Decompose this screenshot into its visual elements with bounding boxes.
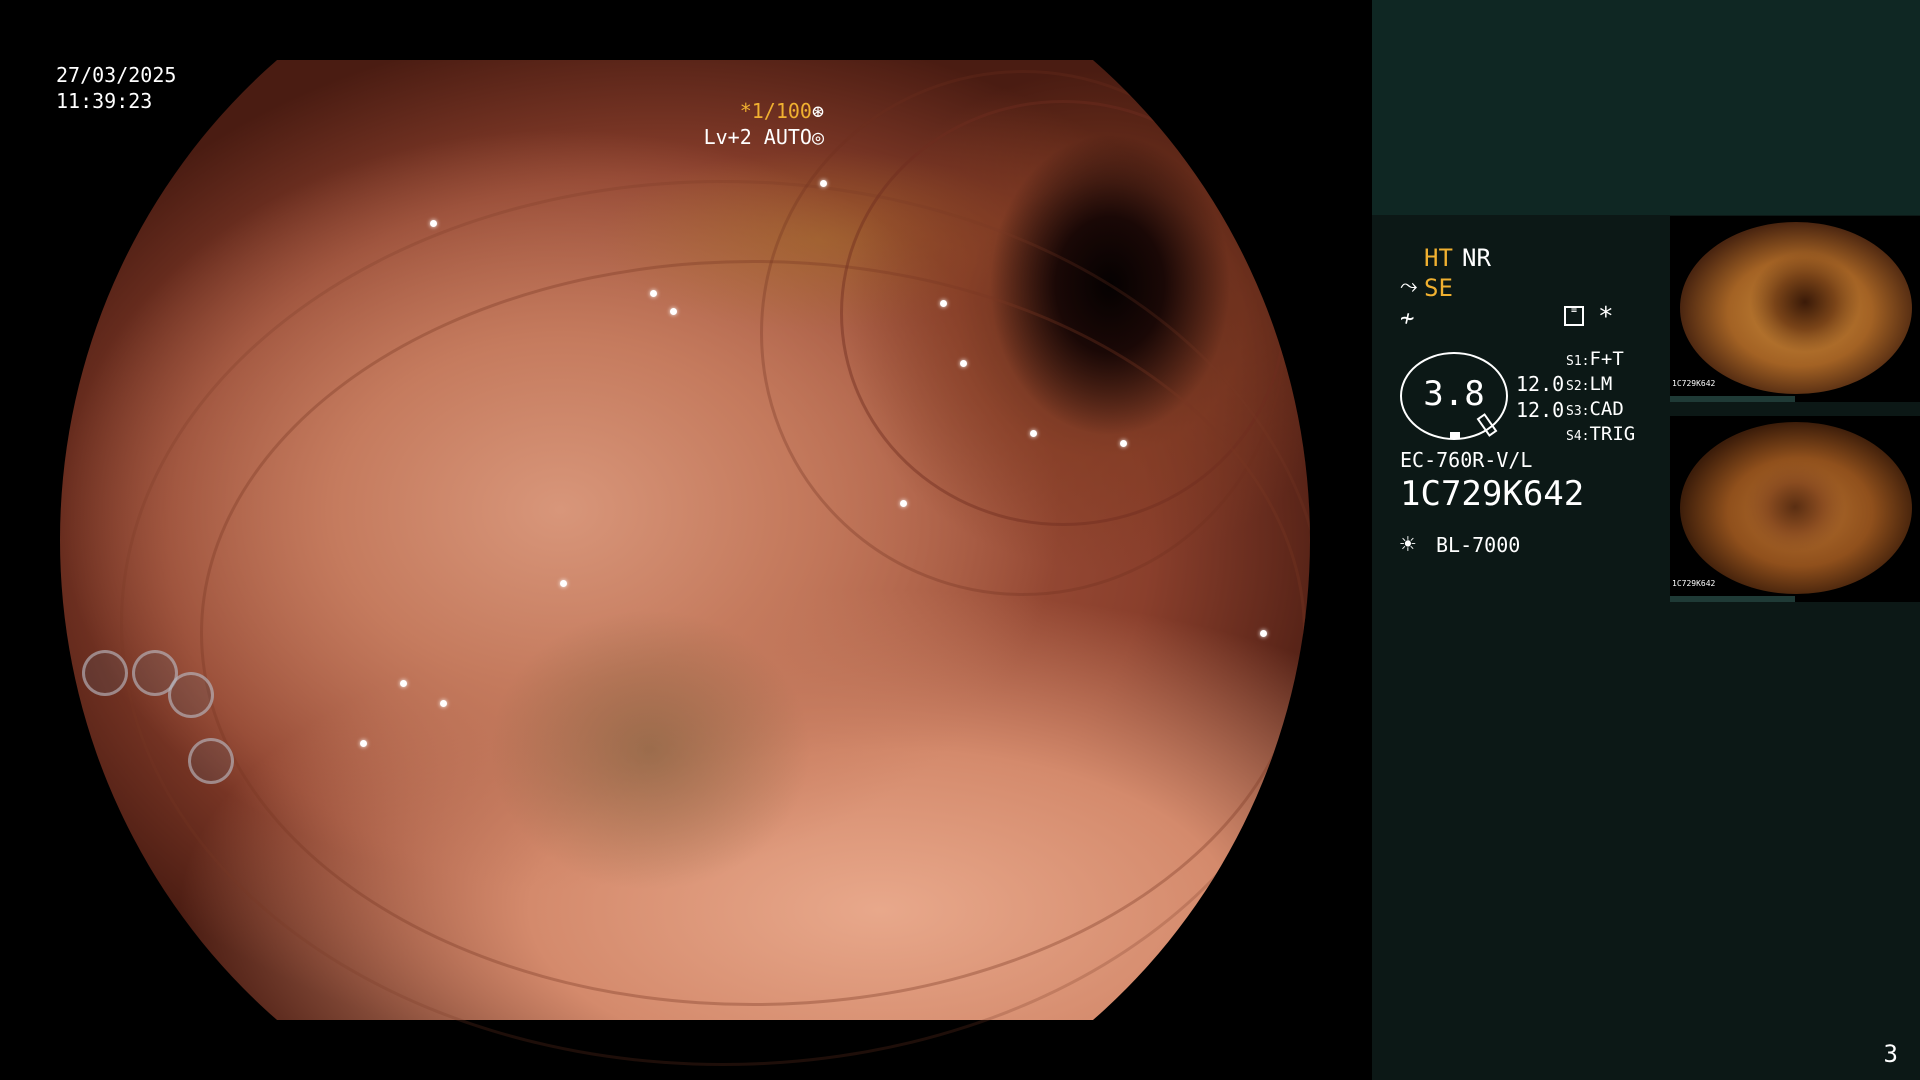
zoom-slash-icon	[1476, 413, 1498, 437]
light-source: BL-7000	[1436, 533, 1521, 557]
ht-indicator: HT	[1424, 244, 1453, 272]
switch-s4: S4:TRIG	[1566, 423, 1636, 445]
switch-value: F+T	[1589, 348, 1624, 370]
switch-key: S2	[1566, 379, 1582, 394]
datetime: 27/03/2025 11:39:23	[56, 62, 176, 114]
light-reflection	[900, 500, 907, 507]
page-number: 3	[1883, 1040, 1898, 1068]
thumbnail-2[interactable]: 1C729K642	[1670, 416, 1920, 602]
light-reflection	[560, 580, 567, 587]
switch-key: S4	[1566, 429, 1582, 444]
light-reflection	[1120, 440, 1127, 447]
light-reflection	[670, 308, 677, 315]
light-source-icon: ☀	[1400, 530, 1416, 560]
thumbnail-1[interactable]: 1C729K642	[1670, 216, 1920, 402]
endoscope-view: 27/03/2025 11:39:23 *1/100⊛ Lv+2 AUTO◎	[0, 0, 1372, 1080]
zoom-indicator: 3.8	[1400, 352, 1508, 440]
white-balance-icon: ≁	[1400, 304, 1415, 332]
light-reflection	[940, 300, 947, 307]
light-reflection	[360, 740, 367, 747]
time-text: 11:39:23	[56, 89, 153, 113]
switch-value: CAD	[1589, 398, 1624, 420]
switch-s2: S2:LM	[1566, 373, 1613, 395]
bubble	[168, 672, 214, 718]
value-top: 12.0	[1516, 372, 1565, 396]
thumbnail-image	[1680, 422, 1912, 594]
panel-header	[1372, 0, 1920, 215]
exposure-info: *1/100⊛ Lv+2 AUTO◎	[564, 98, 824, 150]
shutter-speed: *1/100	[739, 99, 812, 123]
mucosal-fold	[120, 180, 1310, 1066]
light-reflection	[400, 680, 407, 687]
aperture-icon: ⊛	[811, 99, 824, 123]
thumbnail-image	[1680, 222, 1912, 394]
thumbnail-bar	[1670, 396, 1795, 402]
bubble	[188, 738, 234, 784]
iris-icon: ◎	[811, 125, 824, 149]
thumbnail-bar	[1670, 596, 1795, 602]
light-reflection	[1260, 630, 1267, 637]
record-icon: ≡	[1564, 306, 1584, 326]
light-reflection	[440, 700, 447, 707]
switch-key: S3	[1566, 404, 1582, 419]
zoom-value: 3.8	[1423, 374, 1485, 414]
endoscopic-image	[60, 60, 1310, 1066]
switch-value: TRIG	[1589, 423, 1636, 445]
light-reflection	[960, 360, 967, 367]
zoom-marker	[1450, 432, 1460, 439]
switch-value: LM	[1589, 373, 1613, 395]
exposure-level: Lv+2 AUTO	[703, 125, 812, 149]
nr-indicator: NR	[1462, 244, 1491, 272]
date-text: 27/03/2025	[56, 63, 177, 87]
structure-enhance-icon: ⤳	[1400, 274, 1418, 299]
light-reflection	[1030, 430, 1037, 437]
light-reflection	[650, 290, 657, 297]
value-bottom: 12.0	[1516, 398, 1565, 422]
thumbnail-label: 1C729K642	[1672, 379, 1716, 388]
se-indicator: SE	[1424, 274, 1453, 302]
light-reflection	[820, 180, 827, 187]
scope-model: EC-760R-V/L	[1400, 448, 1533, 472]
scope-serial: 1C729K642	[1400, 474, 1585, 514]
switch-s1: S1:F+T	[1566, 348, 1624, 370]
asterisk-indicator: *	[1598, 302, 1614, 332]
bubble	[82, 650, 128, 696]
thumbnail-label: 1C729K642	[1672, 579, 1716, 588]
switch-s3: S3:CAD	[1566, 398, 1624, 420]
switch-key: S1	[1566, 354, 1582, 369]
light-reflection	[430, 220, 437, 227]
